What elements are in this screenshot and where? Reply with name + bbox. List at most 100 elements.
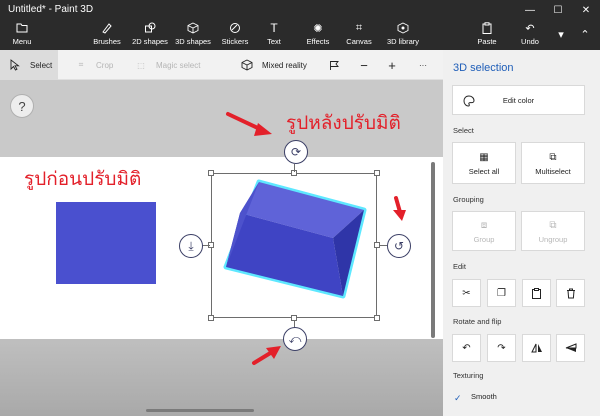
rotate-flip-section-label: Rotate and flip (453, 317, 502, 326)
multiselect-label: Multiselect (535, 166, 571, 176)
undo-button[interactable]: ↶ Undo (517, 20, 543, 50)
flip-horizontal-icon (530, 342, 543, 355)
cut-button[interactable]: ✂ (452, 279, 481, 307)
undo-icon: ↶ (525, 22, 535, 35)
menu-label: Menu (12, 37, 32, 46)
effects-tab[interactable]: ✺ Effects (302, 20, 334, 50)
sticker-icon (229, 20, 241, 36)
cube-icon (187, 20, 199, 36)
maximize-button[interactable]: ☐ (544, 0, 572, 20)
canvas-toolbar: Select ⌗ Crop ⬚ Magic select Mixed reali… (0, 50, 443, 80)
select-all-icon: ▦ (479, 151, 489, 163)
brushes-tab[interactable]: Brushes (90, 20, 124, 50)
minimize-button[interactable]: — (516, 0, 544, 20)
ungroup-label: Ungroup (538, 234, 568, 244)
edit-color-button[interactable]: Edit color (452, 85, 585, 115)
plus-icon: + (388, 57, 396, 73)
group-label: Group (473, 234, 495, 244)
more-view-options[interactable]: ··· (416, 57, 438, 73)
grouping-section-label: Grouping (453, 195, 484, 204)
magic-select-icon: ⬚ (137, 60, 145, 70)
text-icon: T (270, 21, 278, 35)
shapes-2d-label: 2D shapes (132, 37, 168, 46)
select-tool[interactable]: Select (0, 50, 58, 80)
paste-button[interactable]: Paste (474, 20, 500, 50)
flip-vertical-icon (565, 342, 577, 355)
side-panel: 3D selection Edit color Select ▦ Select … (443, 50, 600, 416)
palette-icon (463, 94, 475, 107)
cursor-icon (8, 58, 22, 72)
cube-3d-object[interactable] (223, 179, 367, 299)
collapse-ribbon-button[interactable]: ⌃ (576, 20, 594, 50)
select-all-label: Select all (468, 166, 500, 176)
rotate-right-button[interactable]: ↷ (487, 334, 516, 362)
select-all-button[interactable]: ▦ Select all (452, 142, 516, 184)
crop-tool[interactable]: ⌗ Crop (74, 57, 114, 73)
zoom-out-button[interactable]: − (357, 57, 379, 73)
copy-button[interactable]: ❐ (487, 279, 516, 307)
maximize-icon: ☐ (553, 4, 563, 16)
close-icon: ✕ (581, 4, 591, 16)
clipboard-icon (481, 20, 493, 36)
view-3d-button[interactable] (327, 57, 349, 73)
checkmark-icon[interactable]: ✓ (454, 393, 462, 404)
crop-icon: ⌗ (78, 60, 84, 69)
multiselect-icon: ⧉ (549, 151, 557, 163)
delete-button[interactable] (556, 279, 585, 307)
scissors-icon: ✂ (462, 287, 471, 299)
rotate-left-icon: ↶ (462, 342, 471, 354)
rotate-right-icon: ↷ (497, 342, 506, 354)
flag-icon (327, 58, 341, 72)
texturing-section-label: Texturing (453, 371, 484, 380)
undo-label: Undo (521, 37, 539, 46)
copy-icon: ❐ (497, 287, 506, 299)
text-tab[interactable]: T Text (262, 20, 286, 50)
chevron-up-icon: ⌃ (580, 28, 590, 41)
flip-vertical-button[interactable] (556, 334, 585, 362)
canvas-area[interactable]: ? รูปหลังปรับมิติ รูปก่อนปรับมิติ ⟳ ⤺ ⤓ … (0, 80, 443, 416)
ungroup-icon: ⧉ (549, 219, 557, 231)
crop-label: Crop (96, 60, 114, 70)
paste-panel-button[interactable] (522, 279, 551, 307)
menu-button[interactable]: Menu (6, 20, 38, 50)
edit-section-label: Edit (453, 262, 466, 271)
rotate-left-button[interactable]: ↶ (452, 334, 481, 362)
text-label: Text (267, 37, 281, 46)
mixed-reality-icon (240, 58, 254, 72)
brushes-label: Brushes (93, 37, 121, 46)
cube-3d-svg (223, 112, 406, 365)
library-icon (397, 20, 409, 36)
select-label: Select (30, 60, 53, 70)
flip-horizontal-button[interactable] (522, 334, 551, 362)
more-options-button[interactable]: ▾ (553, 20, 569, 50)
select-section-label: Select (453, 126, 474, 135)
panel-title: 3D selection (453, 62, 514, 74)
brush-icon (101, 20, 113, 36)
paste-label: Paste (477, 37, 497, 46)
ungroup-button[interactable]: ⧉ Ungroup (521, 211, 585, 251)
trash-icon (566, 287, 576, 300)
magic-select-label: Magic select (156, 60, 201, 70)
smooth-checkbox-label[interactable]: Smooth (471, 392, 497, 401)
ribbon: Menu Brushes 2D shapes 3D shapes Sticker… (0, 20, 600, 50)
canvas-label: Canvas (346, 37, 372, 46)
multiselect-button[interactable]: ⧉ Multiselect (521, 142, 585, 184)
magic-select-tool[interactable]: ⬚ Magic select (134, 57, 200, 73)
shapes-3d-tab[interactable]: 3D shapes (173, 20, 213, 50)
effects-icon: ✺ (313, 22, 323, 35)
title-bar: Untitled* - Paint 3D — ☐ ✕ (0, 0, 600, 20)
window-title: Untitled* - Paint 3D (8, 4, 94, 15)
stickers-label: Stickers (221, 37, 249, 46)
canvas-tab[interactable]: ⌗ Canvas (344, 20, 374, 50)
mixed-reality-button[interactable]: Mixed reality (240, 57, 307, 73)
paste-icon (531, 287, 542, 300)
shapes-2d-tab[interactable]: 2D shapes (130, 20, 170, 50)
group-button[interactable]: ⧈ Group (452, 211, 516, 251)
shapes-2d-icon (144, 20, 156, 36)
close-button[interactable]: ✕ (572, 0, 600, 20)
stickers-tab[interactable]: Stickers (219, 20, 251, 50)
zoom-in-button[interactable]: + (385, 57, 407, 73)
library-3d-tab[interactable]: 3D library (383, 20, 423, 50)
ellipsis-icon: ··· (419, 60, 427, 70)
mixed-reality-label: Mixed reality (262, 60, 307, 70)
